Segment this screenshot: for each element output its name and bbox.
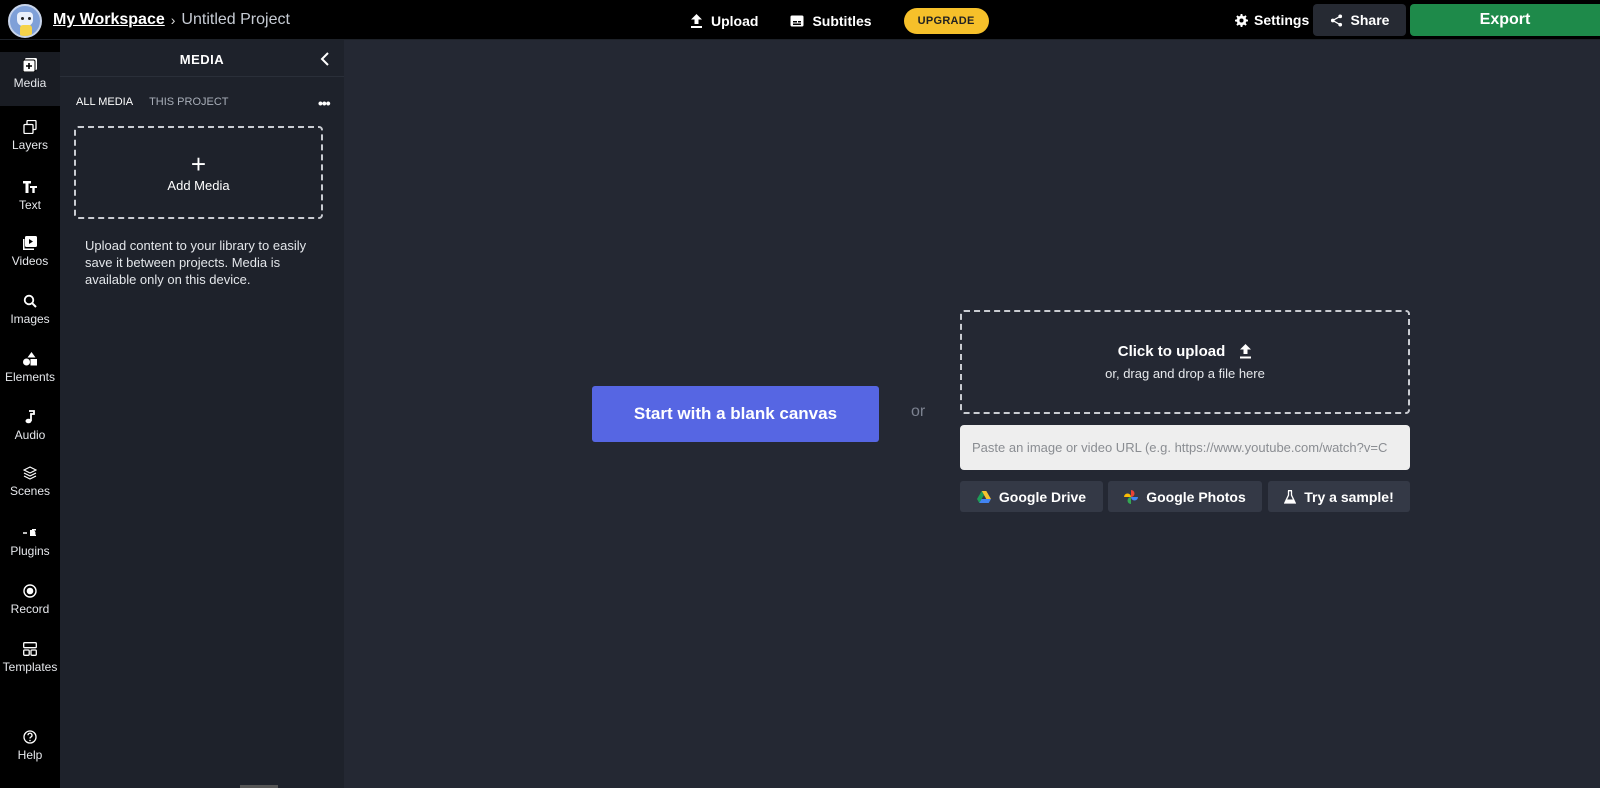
media-url-input[interactable] xyxy=(960,425,1410,470)
share-label: Share xyxy=(1350,12,1390,28)
settings-button[interactable]: Settings xyxy=(1235,12,1309,28)
text-icon xyxy=(23,181,37,193)
rail-item-plugins[interactable]: Plugins xyxy=(0,526,60,558)
rail-item-media[interactable]: Media xyxy=(0,52,60,106)
music-note-icon xyxy=(25,410,35,424)
rail-label: Videos xyxy=(11,254,49,268)
rail-item-scenes[interactable]: Scenes xyxy=(0,466,60,498)
rail-item-images[interactable]: Images xyxy=(0,294,60,326)
upload-dropzone[interactable]: Click to upload or, drag and drop a file… xyxy=(960,310,1410,414)
settings-label: Settings xyxy=(1254,12,1310,28)
google-drive-icon xyxy=(976,490,991,503)
workspace-link[interactable]: My Workspace xyxy=(53,11,165,29)
chevron-left-icon[interactable] xyxy=(318,52,332,66)
templates-icon xyxy=(23,642,37,656)
media-tabs: ALL MEDIA THIS PROJECT xyxy=(76,96,229,108)
rail-label: Templates xyxy=(2,660,58,674)
rail-label: Record xyxy=(10,602,50,616)
layers-icon xyxy=(23,120,37,134)
rail-label: Plugins xyxy=(10,544,50,558)
tab-this-project[interactable]: THIS PROJECT xyxy=(149,96,228,108)
subtitles-label: Subtitles xyxy=(812,13,872,29)
google-photos-button[interactable]: Google Photos xyxy=(1108,481,1262,512)
workspace-avatar[interactable] xyxy=(8,4,42,38)
rail-label: Elements xyxy=(4,370,56,384)
gear-icon xyxy=(1235,13,1248,27)
share-button[interactable]: Share xyxy=(1313,4,1406,36)
google-photos-icon xyxy=(1124,489,1139,504)
upload-button[interactable]: Upload xyxy=(690,9,758,33)
flask-icon xyxy=(1284,489,1297,504)
tab-all-media[interactable]: ALL MEDIA xyxy=(76,96,133,108)
upload-icon xyxy=(691,14,702,28)
google-drive-button[interactable]: Google Drive xyxy=(960,481,1103,512)
panel-divider xyxy=(60,76,344,77)
help-icon xyxy=(23,730,37,744)
click-to-upload: Click to upload xyxy=(1118,343,1253,360)
media-plus-icon xyxy=(23,58,37,72)
stack-icon xyxy=(23,466,37,480)
click-upload-label: Click to upload xyxy=(1117,343,1226,360)
rail-label: Media xyxy=(13,76,47,90)
rail-label: Audio xyxy=(14,428,46,442)
upgrade-button[interactable]: UPGRADE xyxy=(903,8,989,34)
video-icon xyxy=(23,236,37,250)
rail-item-audio[interactable]: Audio xyxy=(0,410,60,442)
or-separator: or xyxy=(911,403,926,420)
subtitles-icon xyxy=(790,15,804,27)
shapes-icon xyxy=(23,352,37,366)
share-icon xyxy=(1330,13,1342,27)
top-actions: Upload Subtitles UPGRADE xyxy=(690,8,989,34)
rail-item-videos[interactable]: Videos xyxy=(0,236,60,268)
search-icon xyxy=(23,294,37,308)
record-icon xyxy=(23,584,37,598)
project-title[interactable]: Untitled Project xyxy=(181,11,290,29)
upload-icon xyxy=(1240,344,1252,359)
upload-label: Upload xyxy=(711,13,759,29)
breadcrumb: My Workspace › Untitled Project xyxy=(53,11,290,29)
try-sample-label: Try a sample! xyxy=(1304,488,1394,505)
plug-icon xyxy=(23,529,36,536)
panel-title: MEDIA xyxy=(179,52,225,67)
rail-item-layers[interactable]: Layers xyxy=(0,120,60,152)
google-drive-label: Google Drive xyxy=(998,488,1087,505)
more-options-icon[interactable]: ••• xyxy=(318,95,331,111)
workspace-canvas-area xyxy=(344,40,1600,788)
drag-drop-hint: or, drag and drop a file here xyxy=(1105,366,1265,381)
rail-item-record[interactable]: Record xyxy=(0,584,60,616)
library-note: Upload content to your library to easily… xyxy=(85,238,307,287)
left-rail: Media Layers Text Videos Images Elements… xyxy=(0,40,60,788)
top-bar: My Workspace › Untitled Project Upload S… xyxy=(0,0,1600,40)
rail-item-templates[interactable]: Templates xyxy=(0,642,60,674)
rail-item-elements[interactable]: Elements xyxy=(0,352,60,384)
subtitles-button[interactable]: Subtitles xyxy=(790,9,872,33)
avatar-body xyxy=(20,25,32,36)
avatar-eye xyxy=(28,17,31,20)
rail-item-text[interactable]: Text xyxy=(0,180,60,212)
plus-icon: + xyxy=(190,149,207,179)
breadcrumb-separator: › xyxy=(170,12,176,28)
rail-label: Scenes xyxy=(9,484,51,498)
media-panel: MEDIA ALL MEDIA THIS PROJECT ••• + Add M… xyxy=(60,40,344,788)
rail-item-help[interactable]: Help xyxy=(0,730,60,762)
rail-label: Layers xyxy=(11,138,49,152)
rail-label: Help xyxy=(17,748,43,762)
blank-canvas-button[interactable]: Start with a blank canvas xyxy=(592,386,879,442)
try-sample-button[interactable]: Try a sample! xyxy=(1268,481,1410,512)
export-button[interactable]: Export xyxy=(1410,4,1600,36)
avatar-eye xyxy=(21,17,24,20)
rail-label: Images xyxy=(10,312,50,326)
add-media-button[interactable]: + Add Media xyxy=(74,126,323,219)
google-photos-label: Google Photos xyxy=(1146,488,1246,505)
add-media-label: Add Media xyxy=(167,178,230,193)
rail-label: Text xyxy=(18,198,41,212)
